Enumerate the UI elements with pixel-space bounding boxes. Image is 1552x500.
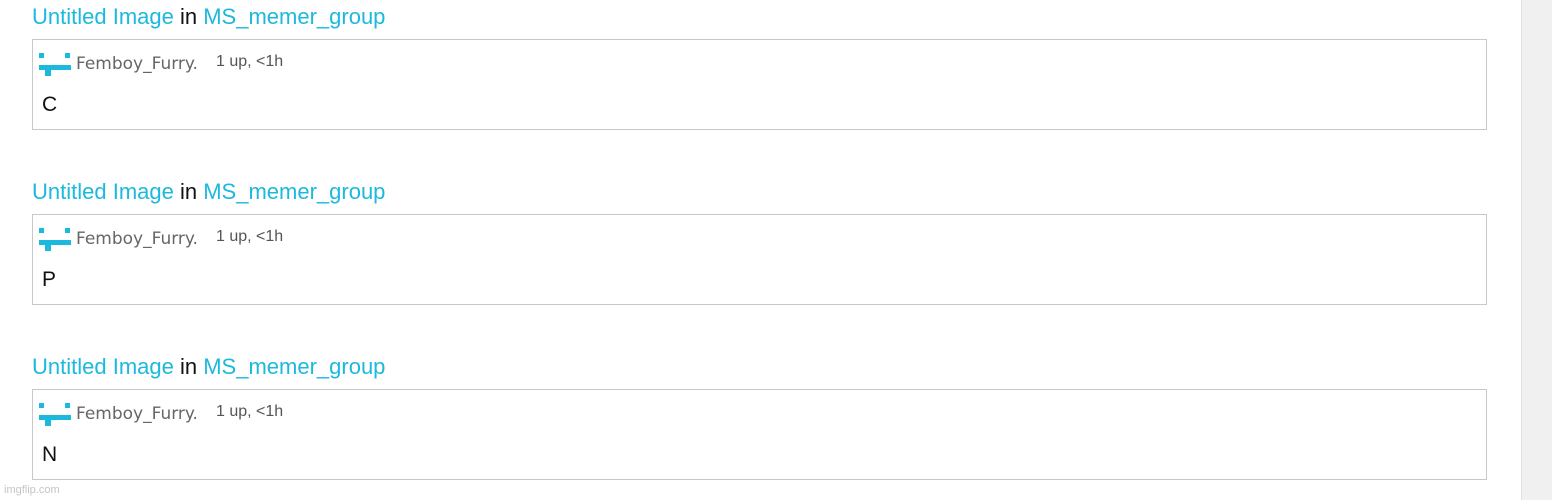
comment-text: N (42, 443, 58, 466)
comment-heading: Untitled Image in MS_memer_group (32, 4, 1487, 30)
image-title-link[interactable]: Untitled Image (32, 4, 174, 29)
comment-stats: 1 up, <1h (215, 228, 284, 245)
comment-text: P (42, 268, 57, 291)
page: Untitled Image in MS_memer_group Femboy_… (0, 0, 1552, 500)
username-link[interactable]: Femboy_Furry. (76, 54, 198, 74)
comment-block: Untitled Image in MS_memer_group Femboy_… (32, 179, 1487, 305)
comment-heading: Untitled Image in MS_memer_group (32, 354, 1487, 380)
pixel-face-icon[interactable] (38, 401, 72, 429)
comment-meta: Femboy_Furry. 1 up, <1h (38, 401, 283, 429)
comment-block: Untitled Image in MS_memer_group Femboy_… (32, 4, 1487, 130)
in-label: in (179, 354, 198, 379)
comment-stats: 1 up, <1h (215, 403, 284, 420)
comment-feed: Untitled Image in MS_memer_group Femboy_… (0, 0, 1521, 500)
comment-text: C (42, 93, 58, 116)
group-link[interactable]: MS_memer_group (203, 179, 385, 204)
in-label: in (179, 4, 198, 29)
comment-block: Untitled Image in MS_memer_group Femboy_… (32, 354, 1487, 480)
image-title-link[interactable]: Untitled Image (32, 179, 174, 204)
scrollbar[interactable] (1521, 0, 1552, 500)
comment-meta: Femboy_Furry. 1 up, <1h (38, 226, 283, 254)
image-title-link[interactable]: Untitled Image (32, 354, 174, 379)
username-link[interactable]: Femboy_Furry. (76, 404, 198, 424)
imgflip-watermark: imgflip.com (4, 484, 60, 496)
comment-card: Femboy_Furry. 1 up, <1h N (32, 389, 1487, 480)
comment-meta: Femboy_Furry. 1 up, <1h (38, 51, 283, 79)
pixel-face-icon[interactable] (38, 51, 72, 79)
username-link[interactable]: Femboy_Furry. (76, 229, 198, 249)
comment-card: Femboy_Furry. 1 up, <1h P (32, 214, 1487, 305)
comment-heading: Untitled Image in MS_memer_group (32, 179, 1487, 205)
pixel-face-icon[interactable] (38, 226, 72, 254)
comment-card: Femboy_Furry. 1 up, <1h C (32, 39, 1487, 130)
group-link[interactable]: MS_memer_group (203, 4, 385, 29)
comment-stats: 1 up, <1h (215, 53, 284, 70)
in-label: in (179, 179, 198, 204)
group-link[interactable]: MS_memer_group (203, 354, 385, 379)
